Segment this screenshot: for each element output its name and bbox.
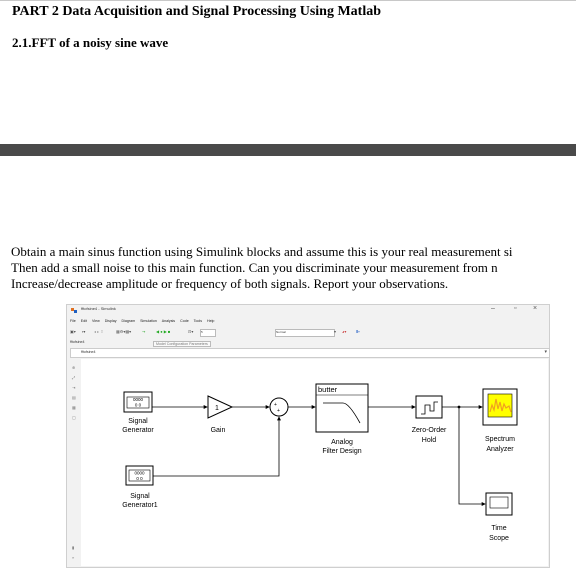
window-titlebar: fftofsine4 - Simulink – ▫ × bbox=[67, 305, 549, 317]
image-icon[interactable]: ▦ bbox=[72, 405, 76, 410]
gain-value: 1 bbox=[215, 405, 219, 412]
window-title: fftofsine4 - Simulink bbox=[81, 306, 116, 311]
zero-order-hold-label-1: Zero-Order bbox=[412, 427, 447, 434]
stop-time-icon[interactable]: ⊡▾ bbox=[188, 329, 193, 336]
signal-generator-display-top: 0000 bbox=[133, 397, 144, 402]
gain-block[interactable]: 1 Gain bbox=[207, 395, 234, 434]
spectrum-analyzer-label-1: Spectrum bbox=[485, 436, 515, 443]
gain-label: Gain bbox=[211, 427, 226, 434]
analog-filter-design-block[interactable]: butter Analog Filter Design bbox=[315, 383, 369, 455]
paragraph-line-2: Then add a small noise to this main func… bbox=[11, 260, 498, 275]
fit-view-icon[interactable]: ⤢ bbox=[72, 375, 75, 380]
menu-help[interactable]: Help bbox=[207, 319, 214, 323]
save-icon[interactable]: ▪▾ bbox=[82, 329, 85, 336]
menu-analysis[interactable]: Analysis bbox=[162, 319, 175, 323]
signal-generator-block[interactable]: 0000 0 0 Signal Generator bbox=[122, 391, 154, 434]
close-button[interactable]: × bbox=[533, 305, 537, 312]
menu-edit[interactable]: Edit bbox=[81, 319, 87, 323]
step-back-icon[interactable]: ⇝ bbox=[142, 329, 145, 336]
analog-filter-label-1: Analog bbox=[331, 439, 353, 446]
signal-generator-1-label-1: Signal bbox=[130, 493, 150, 500]
explorer-bar-icon[interactable]: ▮ bbox=[72, 545, 74, 550]
run-icon[interactable]: ◀ ● ▶ ■ bbox=[156, 329, 170, 336]
breadcrumb[interactable]: fftofsine4 bbox=[81, 350, 96, 354]
menu-view[interactable]: View bbox=[92, 319, 100, 323]
sim-mode-select[interactable]: Normal bbox=[275, 329, 335, 337]
toolbar: ▣▾ ▪▾ ◂ ▸ ⇧ ▦⚙▾▦▾ ⇝ ◀ ● ▶ ■ ⊡▾ 5 Normal … bbox=[70, 329, 548, 338]
menu-display[interactable]: Display bbox=[105, 319, 117, 323]
signal-generator-label-2: Generator bbox=[122, 427, 154, 434]
signal-generator-1-display-top: 0000 bbox=[134, 471, 145, 476]
sim-mode-dropdown-icon[interactable]: ▾ bbox=[334, 329, 336, 336]
section-separator bbox=[0, 144, 576, 156]
arrow-icon[interactable]: ⇥ bbox=[72, 385, 75, 390]
signal-generator-1-display-bottom: 0 0 bbox=[136, 476, 143, 481]
paragraph-line-3: Increase/decrease amplitude or frequency… bbox=[11, 276, 449, 291]
menu-simulation[interactable]: Simulation bbox=[140, 319, 157, 323]
zero-order-hold-block[interactable]: Zero-Order Hold bbox=[412, 395, 447, 444]
line-branch-to-scope[interactable] bbox=[458, 407, 486, 506]
zero-order-hold-label-2: Hold bbox=[422, 437, 437, 444]
menu-diagram[interactable]: Diagram bbox=[122, 319, 136, 323]
area-icon[interactable]: ▢ bbox=[72, 415, 76, 420]
time-scope-label-2: Scope bbox=[489, 535, 509, 542]
signal-generator-1-block[interactable]: 0000 0 0 Signal Generator1 bbox=[122, 465, 158, 509]
menu-tools[interactable]: Tools bbox=[194, 319, 202, 323]
hide-palette-icon[interactable]: » bbox=[72, 555, 74, 560]
annotation-icon[interactable]: ▤ bbox=[72, 395, 76, 400]
spectrum-analyzer-block[interactable]: Spectrum Analyzer bbox=[482, 388, 518, 453]
page-top-border bbox=[0, 0, 576, 1]
address-bar[interactable]: fftofsine4 ▾ bbox=[70, 348, 550, 358]
block-diagram: 0000 0 0 Signal Generator 1 Gain + + but… bbox=[122, 383, 518, 542]
model-advisor-icon[interactable]: ◕▾ bbox=[342, 329, 346, 336]
paragraph-line-1: Obtain a main sinus function using Simul… bbox=[11, 244, 513, 259]
undo-icon[interactable]: ◂ ▸ ⇧ bbox=[94, 329, 104, 336]
menu-file[interactable]: File bbox=[70, 319, 76, 323]
section-heading: 2.1.FFT of a noisy sine wave bbox=[12, 35, 169, 50]
tool-palette: ⊕ ⤢ ⇥ ▤ ▦ ▢ ▮ » bbox=[70, 359, 80, 564]
analog-filter-label-2: Filter Design bbox=[322, 448, 361, 455]
time-scope-block[interactable]: Time Scope bbox=[485, 492, 513, 542]
time-scope-label-1: Time bbox=[491, 525, 506, 532]
model-canvas[interactable]: 0000 0 0 Signal Generator 1 Gain + + but… bbox=[81, 359, 548, 566]
part-heading: PART 2 Data Acquisition and Signal Proce… bbox=[12, 4, 382, 19]
stop-time-field[interactable]: 5 bbox=[200, 329, 216, 337]
data-inspector-icon[interactable]: ⩩▾ bbox=[356, 329, 360, 336]
new-model-icon[interactable]: ▣▾ bbox=[70, 329, 76, 336]
model-browser-label[interactable]: fftofsine4 bbox=[70, 340, 85, 344]
simulink-window: fftofsine4 - Simulink – ▫ × File Edit Vi… bbox=[66, 304, 550, 568]
menu-bar: File Edit View Display Diagram Simulatio… bbox=[70, 319, 218, 326]
sum-sign-2: + bbox=[277, 408, 280, 414]
minimize-button[interactable]: – bbox=[491, 305, 495, 312]
simulink-logo-icon bbox=[71, 308, 77, 313]
zoom-in-icon[interactable]: ⊕ bbox=[72, 365, 75, 370]
signal-generator-1-label-2: Generator1 bbox=[122, 502, 158, 509]
signal-generator-label-1: Signal bbox=[128, 418, 148, 425]
butter-header: butter bbox=[318, 385, 338, 394]
line-gen1-to-sum[interactable] bbox=[153, 416, 281, 477]
menu-code[interactable]: Code bbox=[180, 319, 189, 323]
spectrum-analyzer-label-2: Analyzer bbox=[486, 446, 514, 453]
sum-block[interactable]: + + bbox=[269, 397, 289, 417]
library-icon[interactable]: ▦⚙▾▦▾ bbox=[116, 329, 131, 336]
signal-generator-display-bottom: 0 0 bbox=[135, 403, 142, 408]
branch-point bbox=[457, 405, 461, 409]
chevron-down-icon[interactable]: ▾ bbox=[544, 349, 547, 355]
maximize-button[interactable]: ▫ bbox=[514, 305, 516, 312]
model-config-tooltip: Model Configuration Parameters bbox=[153, 341, 211, 347]
